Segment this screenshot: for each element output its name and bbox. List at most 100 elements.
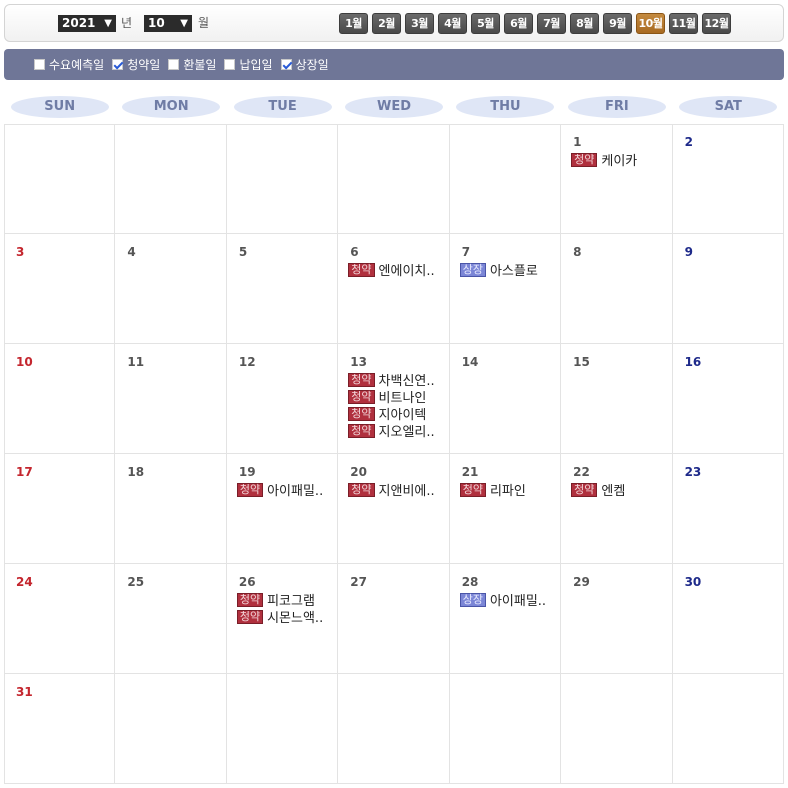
calendar-day-cell[interactable]: 3 bbox=[4, 234, 116, 344]
calendar-day-cell[interactable]: 22 청약 엔켐 bbox=[561, 454, 673, 564]
month-button-12[interactable]: 12월 bbox=[702, 13, 731, 34]
calendar-day-cell[interactable]: 24 bbox=[4, 564, 116, 674]
calendar-empty-cell bbox=[338, 124, 450, 234]
day-number: 17 bbox=[16, 465, 33, 479]
event-list: 청약 케이카 bbox=[571, 150, 637, 169]
calendar-day-cell[interactable]: 4 bbox=[115, 234, 227, 344]
event-item[interactable]: 청약 엔켐 bbox=[571, 480, 625, 499]
event-company-name[interactable]: 지앤비에.. bbox=[379, 480, 435, 499]
event-company-name[interactable]: 시몬느액.. bbox=[267, 607, 323, 626]
calendar-day-cell[interactable]: 9 bbox=[672, 234, 784, 344]
event-list: 청약 피코그램 청약 시몬느액.. bbox=[236, 591, 323, 626]
event-item[interactable]: 상장 아이패밀.. bbox=[459, 590, 546, 609]
checkbox-checked-icon[interactable] bbox=[112, 59, 124, 70]
calendar-day-cell[interactable]: 26 청약 피코그램 청약 시몬느액.. bbox=[226, 564, 339, 674]
weekday-header: SUN MON TUE WED THU FRI SAT bbox=[0, 96, 788, 118]
calendar-day-cell[interactable]: 16 bbox=[672, 344, 784, 454]
filter-label: 수요예측일 bbox=[49, 58, 105, 72]
checkbox-empty-icon[interactable] bbox=[34, 59, 45, 70]
weekday-thu: THU bbox=[456, 96, 555, 118]
filter-checkbox-1[interactable]: 청약일 bbox=[112, 56, 160, 73]
day-number: 14 bbox=[461, 355, 479, 369]
event-item[interactable]: 청약 엔에이치.. bbox=[348, 260, 435, 279]
filter-checkbox-2[interactable]: 환불일 bbox=[168, 56, 216, 73]
event-company-name[interactable]: 케이카 bbox=[601, 150, 637, 169]
calendar-day-cell[interactable]: 2 bbox=[672, 124, 784, 234]
month-button-8[interactable]: 8월 bbox=[570, 13, 599, 34]
day-number: 9 bbox=[684, 245, 693, 259]
calendar-day-cell[interactable]: 1 청약 케이카 bbox=[561, 124, 673, 234]
event-company-name[interactable]: 아이패밀.. bbox=[267, 480, 323, 499]
month-button-9[interactable]: 9월 bbox=[603, 13, 632, 34]
calendar-day-cell[interactable]: 29 bbox=[561, 564, 673, 674]
calendar-day-cell[interactable]: 21 청약 리파인 bbox=[449, 454, 562, 564]
event-item[interactable]: 청약 아이패밀.. bbox=[236, 480, 323, 499]
month-button-5[interactable]: 5월 bbox=[471, 13, 500, 34]
filter-checkbox-4[interactable]: 상장일 bbox=[280, 56, 329, 73]
calendar-empty-cell bbox=[672, 674, 784, 784]
event-item[interactable]: 청약 지앤비에.. bbox=[348, 480, 435, 499]
month-button-11[interactable]: 11월 bbox=[669, 13, 698, 34]
event-item[interactable]: 청약 시몬느액.. bbox=[236, 607, 323, 626]
month-select[interactable]: 10 ▼ bbox=[144, 15, 192, 32]
checkbox-empty-icon[interactable] bbox=[224, 59, 236, 70]
month-button-6[interactable]: 6월 bbox=[504, 13, 533, 34]
calendar-day-cell[interactable]: 27 bbox=[338, 564, 450, 674]
calendar-day-cell[interactable]: 7 상장 아스플로 bbox=[449, 234, 562, 344]
calendar-day-cell[interactable]: 28 상장 아이패밀.. bbox=[449, 564, 562, 674]
calendar-day-cell[interactable]: 31 bbox=[4, 674, 116, 784]
day-number: 15 bbox=[573, 355, 590, 369]
calendar-day-cell[interactable]: 19 청약 아이패밀.. bbox=[226, 454, 339, 564]
event-item[interactable]: 청약 비트나인 bbox=[348, 388, 434, 406]
calendar-day-cell[interactable]: 14 bbox=[449, 344, 562, 454]
event-company-name[interactable]: 지오엘리.. bbox=[379, 421, 435, 440]
event-item[interactable]: 청약 피코그램 bbox=[236, 591, 323, 609]
event-list: 청약 아이패밀.. bbox=[236, 480, 323, 499]
event-company-name[interactable]: 엔켐 bbox=[601, 480, 625, 499]
calendar-day-cell[interactable]: 25 bbox=[115, 564, 227, 674]
event-company-name[interactable]: 아이패밀.. bbox=[490, 590, 546, 609]
calendar-day-cell[interactable]: 17 bbox=[4, 454, 116, 564]
day-number: 23 bbox=[684, 465, 702, 479]
event-company-name[interactable]: 엔에이치.. bbox=[379, 260, 435, 279]
year-select-value: 2021 bbox=[62, 16, 96, 30]
calendar-day-cell[interactable]: 13 청약 차백신연.. 청약 비트나인 청약 지아이텍 청약 지오엘리.. bbox=[338, 344, 450, 454]
calendar-day-cell[interactable]: 12 bbox=[226, 344, 339, 454]
event-list: 상장 아이패밀.. bbox=[459, 590, 546, 609]
calendar-day-cell[interactable]: 11 bbox=[115, 344, 227, 454]
calendar-day-cell[interactable]: 30 bbox=[672, 564, 784, 674]
event-item[interactable]: 청약 케이카 bbox=[571, 150, 637, 169]
month-button-10[interactable]: 10월 bbox=[636, 13, 665, 34]
event-item[interactable]: 청약 리파인 bbox=[459, 480, 526, 499]
year-select[interactable]: 2021 ▼ bbox=[58, 15, 116, 32]
event-company-name[interactable]: 리파인 bbox=[490, 480, 526, 499]
event-item[interactable]: 청약 지아이텍 bbox=[348, 405, 434, 423]
month-button-3[interactable]: 3월 bbox=[405, 13, 434, 34]
day-number: 8 bbox=[573, 245, 582, 259]
event-item[interactable]: 청약 지오엘리.. bbox=[348, 421, 435, 440]
calendar-day-cell[interactable]: 10 bbox=[4, 344, 116, 454]
calendar-day-cell[interactable]: 23 bbox=[672, 454, 784, 564]
month-suffix: 월 bbox=[198, 16, 210, 30]
calendar-day-cell[interactable]: 5 bbox=[226, 234, 339, 344]
calendar-day-cell[interactable]: 15 bbox=[561, 344, 673, 454]
filter-checkbox-0[interactable]: 수요예측일 bbox=[34, 56, 104, 73]
month-button-1[interactable]: 1월 bbox=[339, 13, 368, 34]
calendar-day-cell[interactable]: 18 bbox=[115, 454, 227, 564]
month-button-2[interactable]: 2월 bbox=[372, 13, 401, 34]
calendar-day-cell[interactable]: 6 청약 엔에이치.. bbox=[338, 234, 450, 344]
weekday-mon: MON bbox=[122, 96, 221, 118]
month-button-7[interactable]: 7월 bbox=[537, 13, 566, 34]
event-company-name[interactable]: 아스플로 bbox=[490, 260, 538, 279]
filter-checkbox-3[interactable]: 납입일 bbox=[224, 56, 273, 73]
calendar-day-cell[interactable]: 8 bbox=[561, 234, 673, 344]
calendar-day-cell[interactable]: 20 청약 지앤비에.. bbox=[338, 454, 450, 564]
event-item[interactable]: 상장 아스플로 bbox=[459, 260, 538, 279]
checkbox-empty-icon[interactable] bbox=[168, 59, 180, 70]
year-suffix: 년 bbox=[121, 16, 133, 30]
event-item[interactable]: 청약 차백신연.. bbox=[348, 371, 435, 389]
month-button-4[interactable]: 4월 bbox=[438, 13, 467, 34]
weekday-sun: SUN bbox=[10, 96, 109, 118]
subscription-badge: 청약 bbox=[348, 389, 375, 404]
checkbox-checked-icon[interactable] bbox=[280, 59, 292, 70]
